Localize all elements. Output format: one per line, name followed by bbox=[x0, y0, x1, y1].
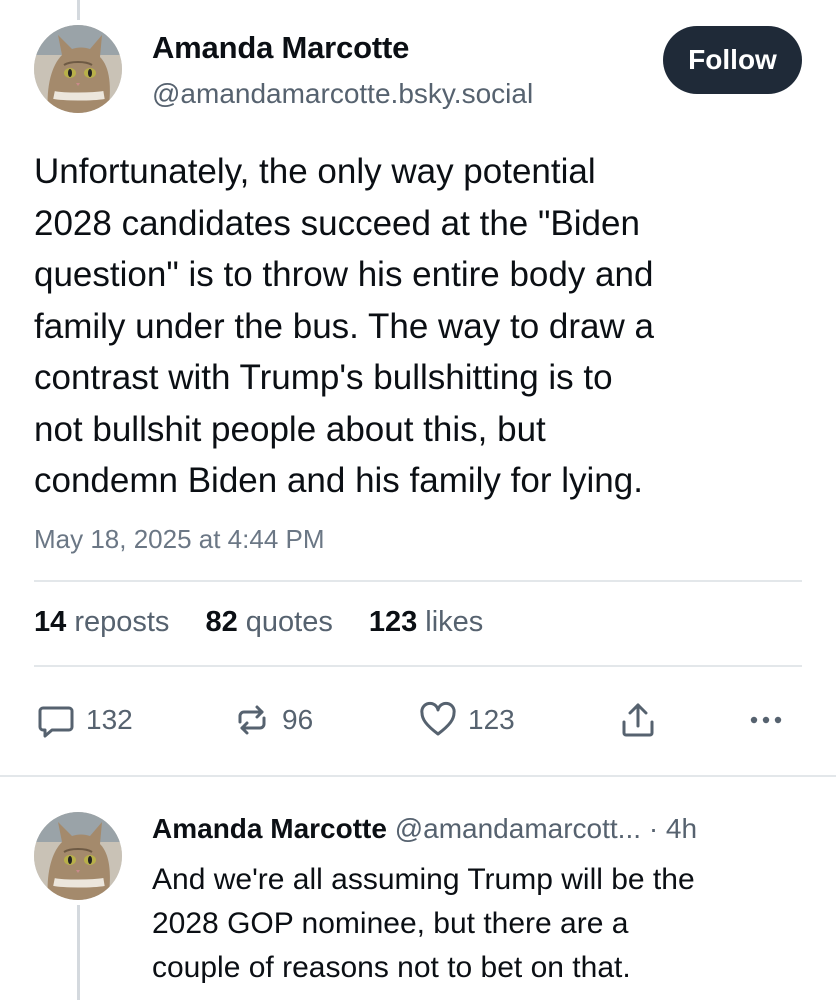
reposts-count: 14 bbox=[34, 606, 67, 638]
divider bbox=[34, 580, 802, 582]
post-stats: 14 reposts 82 quotes 123 likes bbox=[34, 606, 483, 639]
post-text-line: not bullshit people about this, but bbox=[34, 409, 546, 449]
post-actions: 132 96 123 bbox=[34, 700, 802, 740]
author-name[interactable]: Amanda Marcotte bbox=[152, 30, 409, 66]
reply-header[interactable]: Amanda Marcotte @amandamarcott... · 4h bbox=[152, 813, 697, 845]
reply-text-line: 2028 GOP nominee, but there are a bbox=[152, 907, 629, 940]
post-text-line: family under the bus. The way to draw a bbox=[34, 306, 654, 346]
reply-author-handle[interactable]: @amandamarcott... bbox=[395, 813, 641, 844]
cat-avatar-icon bbox=[34, 812, 122, 900]
quotes-stat[interactable]: 82 quotes bbox=[205, 606, 332, 639]
reply-button[interactable]: 132 bbox=[36, 700, 133, 740]
reply-avatar[interactable] bbox=[34, 812, 122, 900]
thread-line-top bbox=[77, 0, 80, 20]
divider bbox=[34, 665, 802, 667]
thread-line-bottom bbox=[77, 905, 80, 1000]
reply-time: · 4h bbox=[648, 813, 698, 844]
post-text: Unfortunately, the only way potential 20… bbox=[34, 146, 814, 507]
more-options-button[interactable] bbox=[746, 700, 786, 740]
like-count: 123 bbox=[468, 704, 515, 735]
ellipsis-icon bbox=[750, 716, 782, 724]
reply-author-name[interactable]: Amanda Marcotte bbox=[152, 813, 387, 844]
reply-text-line: And we're all assuming Trump will be the bbox=[152, 863, 695, 896]
post-timestamp[interactable]: May 18, 2025 at 4:44 PM bbox=[34, 524, 325, 555]
post-text-line: condemn Biden and his family for lying. bbox=[34, 461, 643, 500]
quotes-count: 82 bbox=[205, 606, 238, 638]
like-button[interactable]: 123 bbox=[418, 700, 515, 740]
reply-text: And we're all assuming Trump will be the… bbox=[152, 858, 812, 990]
share-button[interactable] bbox=[618, 700, 658, 740]
reposts-stat[interactable]: 14 reposts bbox=[34, 606, 169, 639]
divider bbox=[0, 775, 836, 777]
quotes-label: quotes bbox=[245, 606, 333, 638]
share-icon bbox=[622, 703, 654, 737]
likes-count: 123 bbox=[368, 606, 418, 638]
repost-arrows-icon bbox=[238, 705, 266, 735]
heart-icon bbox=[420, 701, 456, 736]
post-text-line: contrast with Trump's bullshitting is to bbox=[34, 358, 613, 397]
likes-stat[interactable]: 123 likes bbox=[369, 606, 483, 639]
repost-button[interactable]: 96 bbox=[232, 700, 313, 740]
cat-avatar-icon bbox=[34, 25, 122, 113]
author-handle[interactable]: @amandamarcotte.bsky.social bbox=[152, 78, 533, 110]
avatar[interactable] bbox=[34, 25, 122, 113]
likes-label: likes bbox=[425, 606, 484, 638]
post-text-line: question" is to throw his entire body an… bbox=[34, 255, 654, 294]
reply-text-line: couple of reasons not to bet on that. bbox=[152, 951, 631, 984]
reply-count: 132 bbox=[86, 704, 133, 735]
follow-button[interactable]: Follow bbox=[663, 26, 802, 94]
post-text-line: 2028 candidates succeed at the "Biden bbox=[34, 203, 640, 243]
post-text-line: Unfortunately, the only way potential bbox=[34, 152, 596, 191]
speech-bubble-icon bbox=[38, 706, 74, 738]
reposts-label: reposts bbox=[74, 606, 170, 638]
repost-count: 96 bbox=[282, 704, 314, 735]
